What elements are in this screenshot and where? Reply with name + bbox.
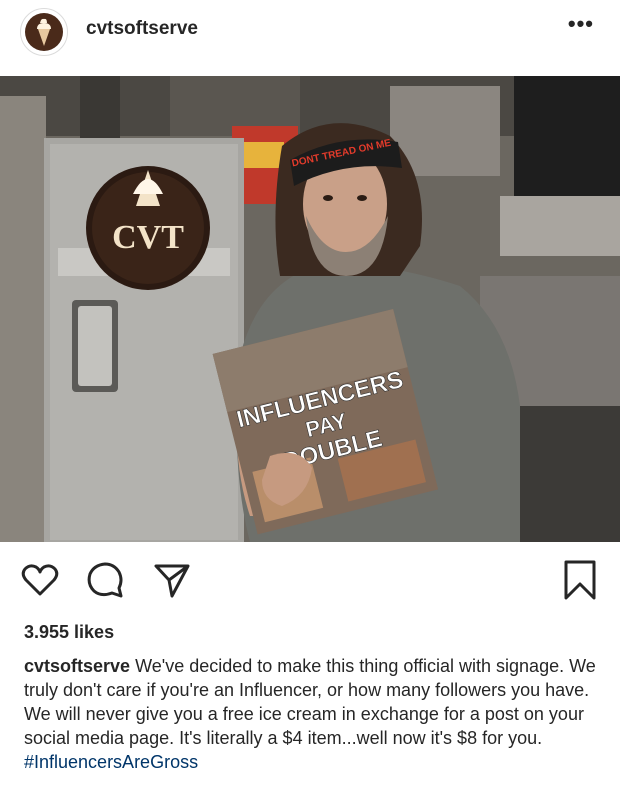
post-header: cvtsoftserve ••• [0, 0, 620, 76]
cvt-logo-text: CVT [112, 219, 184, 256]
ice-cream-icon [37, 18, 51, 46]
more-options-button[interactable]: ••• [568, 13, 594, 35]
post-image: CVT DONT TREAD ON ME INFLUENCERS PAY DOU… [0, 76, 620, 542]
post-caption: cvtsoftserve We've decided to make this … [24, 654, 596, 774]
likes-count[interactable]: 3.955 likes [24, 622, 114, 643]
hashtag-link[interactable]: #InfluencersAreGross [24, 750, 596, 774]
caption-username[interactable]: cvtsoftserve [24, 656, 130, 676]
heart-icon[interactable] [20, 560, 60, 600]
send-icon[interactable] [152, 560, 192, 600]
post-photo[interactable]: CVT DONT TREAD ON ME INFLUENCERS PAY DOU… [0, 76, 620, 542]
comment-icon[interactable] [86, 560, 126, 600]
post-username[interactable]: cvtsoftserve [86, 18, 198, 40]
avatar[interactable] [20, 8, 68, 56]
post-actions [0, 542, 620, 618]
bookmark-icon[interactable] [560, 560, 600, 600]
